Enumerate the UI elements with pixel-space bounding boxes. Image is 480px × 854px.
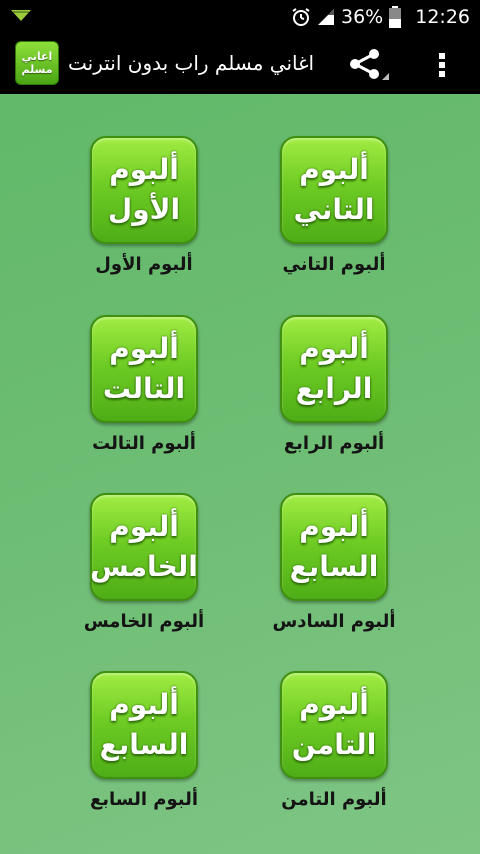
album-tile-line: ألبوم [109, 688, 179, 721]
battery-icon [389, 5, 402, 28]
album-grid: ألبوم التاني ألبوم التاني ألبوم الأول أل… [0, 94, 480, 854]
overflow-menu-icon [439, 53, 445, 77]
album-tile: ألبوم الرابع [280, 315, 388, 423]
album-tile-line: الأول [107, 193, 181, 226]
album-tile-line: ألبوم [109, 332, 179, 365]
album-tile: ألبوم السابع [280, 493, 388, 601]
album-tile: ألبوم الأول [90, 136, 198, 244]
album-item-8[interactable]: ألبوم التامن ألبوم التامن [236, 671, 416, 831]
album-caption: ألبوم الأول [95, 254, 193, 275]
album-item-1[interactable]: ألبوم الأول ألبوم الأول [46, 136, 226, 296]
album-tile-line: السابع [99, 728, 189, 761]
album-tile-line: السابع [289, 550, 379, 583]
album-item-6[interactable]: ألبوم السابع ألبوم السادس [236, 493, 416, 653]
album-item-4[interactable]: ألبوم الرابع ألبوم الرابع [236, 315, 416, 475]
album-caption: ألبوم التامن [281, 789, 387, 810]
status-bar: 36% 12:26 [0, 0, 480, 33]
album-tile-line: ألبوم [299, 153, 369, 186]
share-icon [350, 49, 389, 80]
album-caption: ألبوم السابع [89, 789, 199, 810]
app-icon[interactable]: اغاني مسلم [15, 41, 59, 85]
album-caption: ألبوم الخامس [83, 611, 205, 632]
album-tile: ألبوم التامن [280, 671, 388, 779]
signal-icon [318, 8, 334, 25]
album-item-7[interactable]: ألبوم السابع ألبوم السابع [46, 671, 226, 831]
album-tile-line: ألبوم [109, 153, 179, 186]
album-caption: ألبوم التاني [282, 254, 386, 275]
album-tile: ألبوم السابع [90, 671, 198, 779]
app-title: اغاني مسلم راب بدون انترنت [68, 51, 315, 75]
share-button[interactable] [345, 47, 391, 81]
album-tile-line: ألبوم [109, 510, 179, 543]
album-tile-line: التامن [291, 728, 377, 761]
album-item-3[interactable]: ألبوم التالت ألبوم التالت [46, 315, 226, 475]
album-caption: ألبوم السادس [272, 611, 396, 632]
album-tile-line: ألبوم [299, 688, 369, 721]
album-tile-line: ألبوم [299, 332, 369, 365]
album-tile: ألبوم التاني [280, 136, 388, 244]
album-caption: ألبوم الرابع [283, 433, 385, 454]
album-tile-line: ألبوم [299, 510, 369, 543]
download-arrow-icon [11, 10, 31, 21]
overflow-menu-button[interactable] [428, 47, 456, 81]
album-item-5[interactable]: ألبوم الخامس ألبوم الخامس [46, 493, 226, 653]
status-time: 12:26 [415, 5, 470, 28]
status-indicators: 36% 12:26 [291, 0, 470, 33]
app-icon-line-1: اغاني [21, 50, 53, 63]
app-icon-line-2: مسلم [21, 63, 53, 76]
album-item-2[interactable]: ألبوم التاني ألبوم التاني [236, 136, 416, 296]
album-tile: ألبوم الخامس [90, 493, 198, 601]
alarm-icon [292, 7, 310, 26]
album-tile-line: الخامس [90, 550, 198, 583]
battery-percent: 36% [341, 5, 384, 28]
album-tile-line: التالت [102, 372, 186, 405]
album-tile-line: التاني [293, 193, 375, 226]
album-tile: ألبوم التالت [90, 315, 198, 423]
action-bar: اغاني مسلم اغاني مسلم راب بدون انترنت [0, 33, 480, 94]
album-caption: ألبوم التالت [92, 433, 196, 454]
album-tile-line: الرابع [295, 372, 373, 405]
